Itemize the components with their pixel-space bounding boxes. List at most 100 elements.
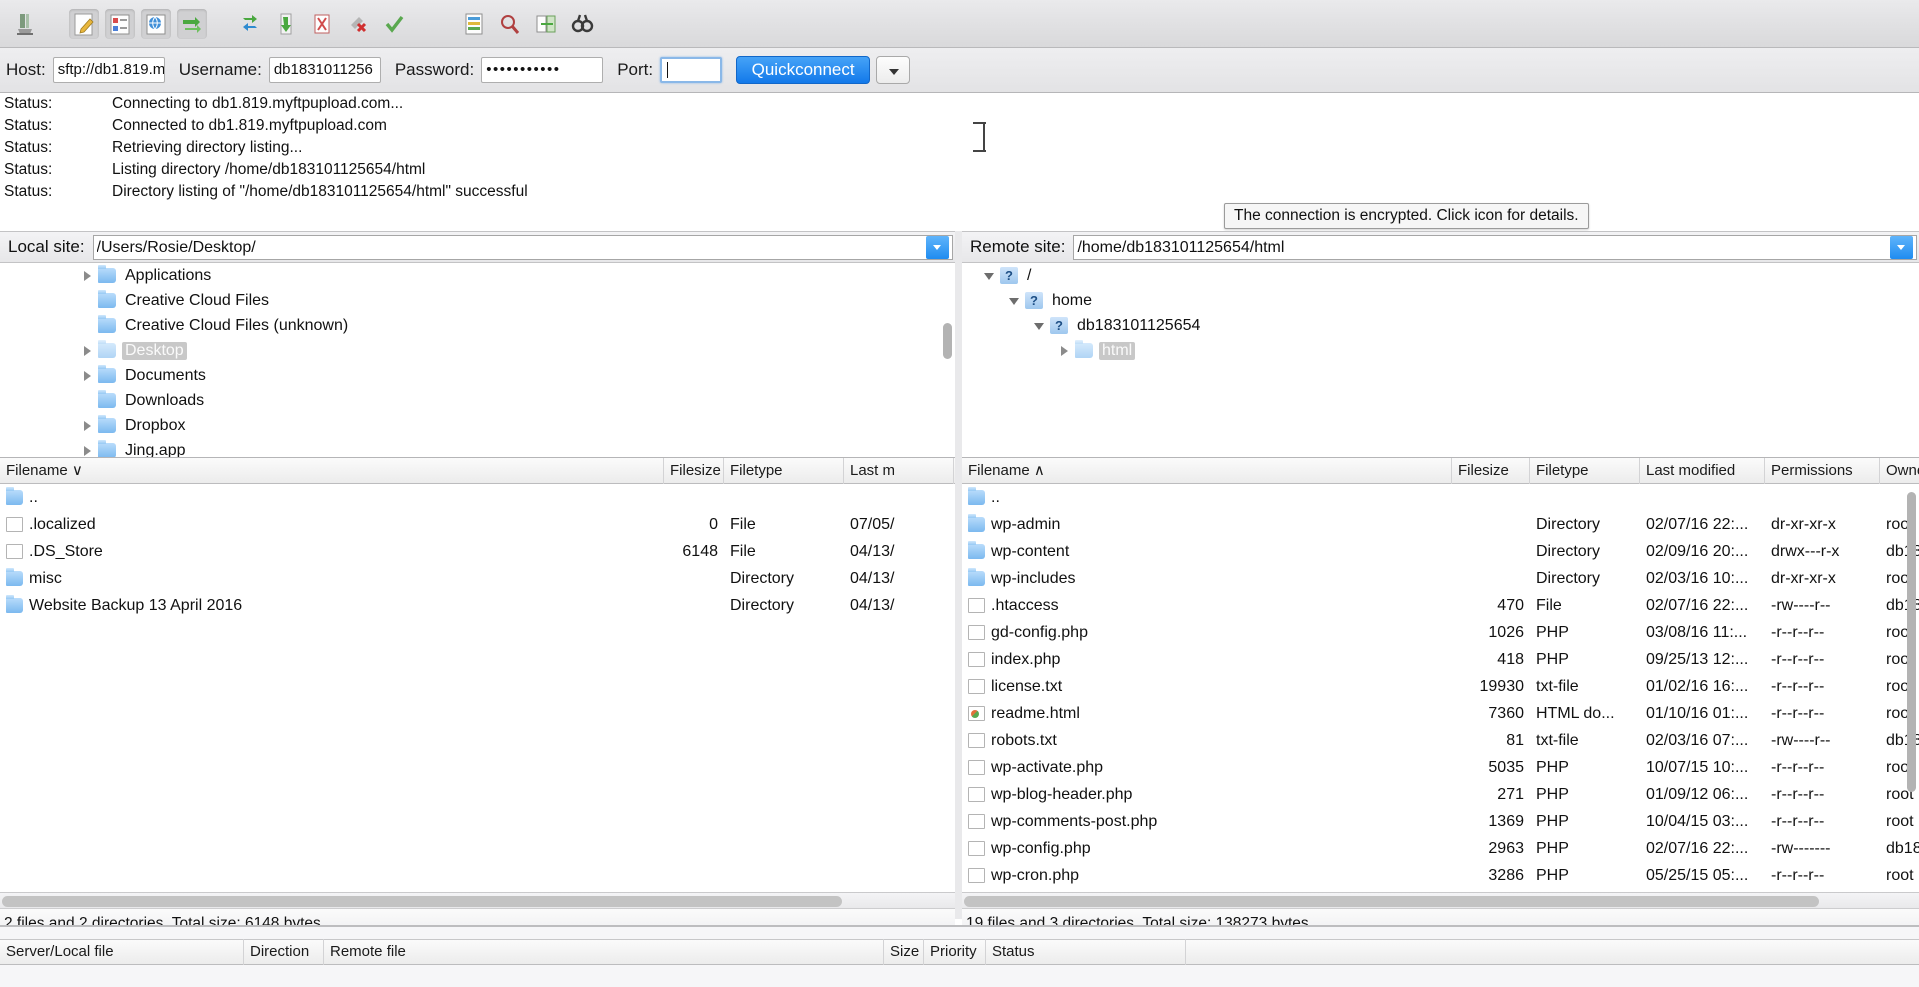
remote-horizontal-scrollbar[interactable]	[962, 892, 1919, 908]
port-input[interactable]	[660, 57, 723, 83]
queue-column-header-direction[interactable]: Direction	[244, 939, 324, 965]
remote-file-list[interactable]: Filename ∧ Filesize Filetype Last modified P…	[962, 458, 1919, 892]
cell-type: File	[730, 516, 756, 533]
chevron-down-icon[interactable]	[1007, 293, 1023, 309]
table-row[interactable]: wp-cron.php 3286 PHP 05/25/15 05:... -r--r--…	[962, 862, 1919, 889]
tree-item-creative-cloud-files-unknown-[interactable]: Creative Cloud Files (unknown)	[0, 313, 955, 338]
chevron-right-icon[interactable]	[80, 343, 96, 359]
toggle-message-log-icon[interactable]	[69, 8, 99, 39]
table-row[interactable]: wp-content Directory 02/09/16 20:... drwx--…	[962, 538, 1919, 565]
table-row[interactable]: misc Directory 04/13/	[0, 565, 955, 592]
tree-item-creative-cloud-files[interactable]: Creative Cloud Files	[0, 288, 955, 313]
process-queue-icon[interactable]	[271, 9, 301, 39]
local-hscroll-thumb[interactable]	[2, 896, 842, 907]
column-header-filetype[interactable]: Filetype	[724, 458, 844, 484]
tree-item-desktop[interactable]: Desktop	[0, 338, 955, 363]
chevron-down-icon[interactable]	[982, 268, 998, 284]
synchronized-browsing-icon[interactable]	[531, 9, 561, 39]
username-input[interactable]: db1831011256	[268, 57, 381, 83]
column-header-last-m[interactable]: Last m	[844, 458, 954, 484]
local-site-input[interactable]: /Users/Rosie/Desktop/	[92, 234, 953, 260]
local-horizontal-scrollbar[interactable]	[0, 892, 955, 908]
table-row[interactable]: ..	[962, 484, 1919, 511]
chevron-right-icon[interactable]	[1057, 343, 1073, 359]
column-header-owner-group[interactable]: Owner/Group	[1880, 458, 1919, 484]
table-row[interactable]: license.txt 19930 txt-file 01/02/16 16:... -…	[962, 673, 1919, 700]
host-input[interactable]: sftp://db1.819.myftp	[52, 57, 165, 83]
column-header-filename[interactable]: Filename ∧	[962, 458, 1452, 484]
table-row[interactable]: gd-config.php 1026 PHP 03/08/16 11:... -r--r…	[962, 619, 1919, 646]
pane-splitter[interactable]	[955, 231, 962, 919]
table-row[interactable]: wp-admin Directory 02/07/16 22:... dr-xr-xr…	[962, 511, 1919, 538]
local-file-list[interactable]: Filename ∨ Filesize Filetype Last m .. .loca…	[0, 458, 955, 892]
remote-directory-tree[interactable]: ? /? home? db183101125654 html	[962, 263, 1919, 458]
local-site-dropdown-icon[interactable]	[926, 235, 949, 259]
column-header-filesize[interactable]: Filesize	[664, 458, 724, 484]
column-header-filesize[interactable]: Filesize	[1452, 458, 1530, 484]
queue-column-header-remote-file[interactable]: Remote file	[324, 939, 884, 965]
table-row[interactable]: readme.html 7360 HTML do... 01/10/16 01:...…	[962, 700, 1919, 727]
remote-site-dropdown-icon[interactable]	[1890, 235, 1913, 259]
folder-icon	[968, 487, 985, 505]
local-directory-tree[interactable]: Applications Creative Cloud Files Creative…	[0, 263, 955, 458]
remote-hscroll-thumb[interactable]	[964, 896, 1819, 907]
cancel-operation-icon[interactable]	[307, 9, 337, 39]
tree-item-documents[interactable]: Documents	[0, 363, 955, 388]
file-icon	[968, 814, 985, 829]
tree-item--[interactable]: ? /	[962, 263, 1919, 288]
table-row[interactable]: wp-config.php 2963 PHP 02/07/16 22:... -rw--…	[962, 835, 1919, 862]
disconnect-icon[interactable]	[343, 9, 373, 39]
table-row[interactable]: robots.txt 81 txt-file 02/03/16 07:... -rw--…	[962, 727, 1919, 754]
remote-file-list-scrollbar-thumb[interactable]	[1907, 492, 1916, 792]
tree-item-dropbox[interactable]: Dropbox	[0, 413, 955, 438]
queue-column-header-status[interactable]: Status	[986, 939, 1186, 965]
toggle-transfer-queue-icon[interactable]	[177, 8, 207, 39]
chevron-down-icon[interactable]	[1032, 318, 1048, 334]
cell-name: ..	[991, 489, 1000, 506]
filter-icon[interactable]	[459, 9, 489, 39]
site-manager-icon[interactable]	[11, 9, 41, 39]
tree-item-db183101125654[interactable]: ? db183101125654	[962, 313, 1919, 338]
password-input[interactable]: •••••••••••	[481, 57, 604, 83]
table-row[interactable]: wp-blog-header.php 271 PHP 01/09/12 06:... -…	[962, 781, 1919, 808]
table-row[interactable]: ..	[0, 484, 955, 511]
tree-item-jing-app[interactable]: Jing.app	[0, 438, 955, 458]
column-header-filename[interactable]: Filename ∨	[0, 458, 664, 484]
table-row[interactable]: index.php 418 PHP 09/25/13 12:... -r--r--r--…	[962, 646, 1919, 673]
file-icon	[968, 733, 985, 748]
remote-site-input[interactable]: /home/db183101125654/html	[1073, 234, 1917, 260]
search-remote-files-icon[interactable]	[567, 9, 597, 39]
tree-item-downloads[interactable]: Downloads	[0, 388, 955, 413]
table-row[interactable]: .DS_Store 6148 File 04/13/	[0, 538, 955, 565]
tree-item-home[interactable]: ? home	[962, 288, 1919, 313]
queue-column-header-priority[interactable]: Priority	[924, 939, 986, 965]
table-row[interactable]: wp-includes Directory 02/03/16 10:... dr-xr…	[962, 565, 1919, 592]
column-header-permissions[interactable]: Permissions	[1765, 458, 1880, 484]
table-row[interactable]: wp-comments-post.php 1369 PHP 10/04/15 03:.…	[962, 808, 1919, 835]
cell-type: PHP	[1536, 759, 1569, 776]
chevron-right-icon[interactable]	[80, 418, 96, 434]
reconnect-icon[interactable]	[379, 9, 409, 39]
queue-column-header-server-local-file[interactable]: Server/Local file	[0, 939, 244, 965]
directory-comparison-icon[interactable]	[495, 9, 525, 39]
quickconnect-button[interactable]: Quickconnect	[736, 56, 871, 84]
table-row[interactable]: wp-activate.php 5035 PHP 10/07/15 10:... -r-…	[962, 754, 1919, 781]
chevron-right-icon[interactable]	[80, 443, 96, 458]
tree-item-html[interactable]: html	[962, 338, 1919, 363]
local-tree-scrollbar-thumb[interactable]	[943, 323, 952, 359]
chevron-right-icon[interactable]	[80, 368, 96, 384]
message-log[interactable]: Status: Connecting to db1.819.myftpupload…	[0, 93, 1919, 231]
column-header-last-modified[interactable]: Last modified	[1640, 458, 1765, 484]
quickconnect-history-dropdown[interactable]	[876, 56, 911, 84]
table-row[interactable]: .htaccess 470 File 02/07/16 22:... -rw----r-…	[962, 592, 1919, 619]
column-header-filetype[interactable]: Filetype	[1530, 458, 1640, 484]
queue-column-header-size[interactable]: Size	[884, 939, 924, 965]
toggle-remote-tree-icon[interactable]	[141, 8, 171, 39]
tree-item-applications[interactable]: Applications	[0, 263, 955, 288]
table-row[interactable]: .localized 0 File 07/05/	[0, 511, 955, 538]
refresh-icon[interactable]	[235, 9, 265, 39]
table-row[interactable]: Website Backup 13 April 2016 Directory 04/…	[0, 592, 955, 619]
toggle-local-tree-icon[interactable]	[105, 8, 135, 39]
cell-name: wp-includes	[991, 570, 1076, 587]
chevron-right-icon[interactable]	[80, 268, 96, 284]
